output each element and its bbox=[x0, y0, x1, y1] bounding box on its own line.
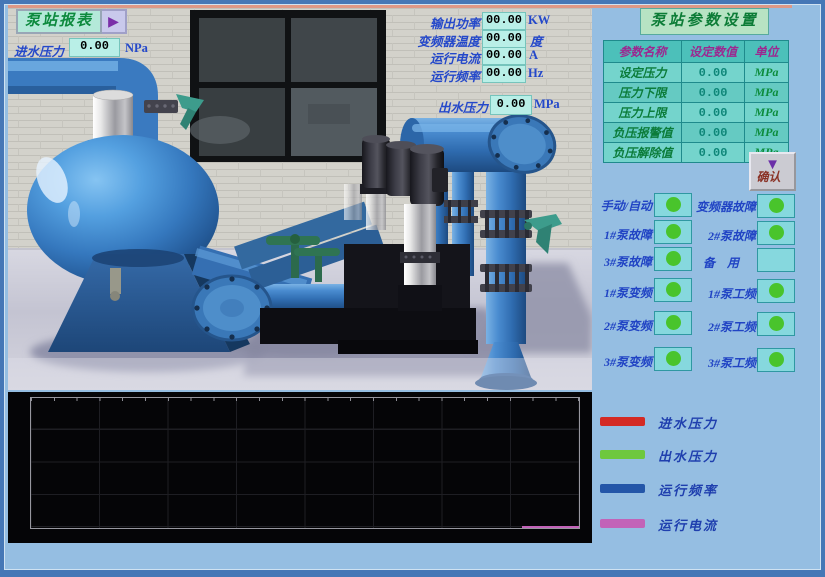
trend-chart bbox=[8, 392, 592, 543]
legend-label: 进水压力 bbox=[658, 413, 718, 432]
param-unit: MPa bbox=[745, 63, 789, 83]
param-name: 设定压力 bbox=[604, 63, 682, 83]
indicator-label: 手动/自动 bbox=[566, 197, 652, 214]
indicator-label: 2#泵故障 bbox=[686, 227, 756, 244]
inlet-pressure-label: 进水压力 bbox=[14, 41, 64, 60]
param-value[interactable]: 0.00 bbox=[682, 103, 745, 123]
status-light-pump2-fault bbox=[757, 221, 795, 245]
param-value[interactable]: 0.00 bbox=[682, 83, 745, 103]
green-light bbox=[666, 224, 681, 239]
legend-swatch-run-frequency bbox=[600, 484, 645, 493]
readout-unit: A bbox=[529, 48, 538, 63]
status-light-pump2-mains bbox=[757, 312, 795, 336]
outlet-pressure-label: 出水压力 bbox=[388, 97, 488, 116]
param-name: 压力上限 bbox=[604, 103, 682, 123]
run-current-trace bbox=[522, 526, 579, 528]
params-panel-title: 泵站参数设置 bbox=[640, 8, 769, 35]
readout-unit: Hz bbox=[528, 66, 543, 81]
indicator-label: 3#泵工频 bbox=[686, 354, 756, 371]
inlet-pressure-unit: NPa bbox=[125, 41, 148, 56]
param-value[interactable]: 0.00 bbox=[682, 143, 745, 163]
param-unit: MPa bbox=[745, 83, 789, 103]
green-light bbox=[666, 351, 681, 366]
confirm-button-label: 确认 bbox=[756, 171, 780, 184]
green-light bbox=[666, 197, 681, 212]
readout-label: 运行频率 bbox=[380, 66, 480, 85]
plot-tick-marks bbox=[31, 398, 579, 401]
params-table-header-row: 参数名称 设定数值 单位 bbox=[604, 41, 789, 63]
status-light-pump3-mains bbox=[757, 348, 795, 372]
readout-value: 00.00 bbox=[482, 30, 526, 48]
status-light-pump1-mains bbox=[757, 279, 795, 303]
indicator-label: 2#泵工频 bbox=[686, 318, 756, 335]
param-unit: MPa bbox=[745, 103, 789, 123]
param-row: 压力下限 0.00 MPa bbox=[604, 83, 789, 103]
indicator-label: 1#泵工频 bbox=[686, 285, 756, 302]
indicator-label: 备 用 bbox=[686, 254, 756, 271]
confirm-button[interactable]: ▼ 确认 bbox=[749, 152, 796, 191]
col-header: 单位 bbox=[745, 41, 789, 63]
report-button-label: 泵站报表 bbox=[16, 9, 102, 34]
outlet-pressure-unit: MPa bbox=[534, 97, 560, 112]
legend-label: 运行频率 bbox=[658, 480, 718, 499]
readout-label: 运行电流 bbox=[380, 48, 480, 67]
hmi-screen: 泵站报表 ▶ 进水压力 0.00 NPa 输出功率 00.00 KW 变频器温度… bbox=[0, 0, 825, 577]
green-light bbox=[769, 283, 784, 298]
legend-swatch-outlet-pressure bbox=[600, 450, 645, 459]
window bbox=[190, 10, 386, 162]
indicator-label: 1#泵故障 bbox=[566, 226, 652, 243]
param-row: 设定压力 0.00 MPa bbox=[604, 63, 789, 83]
green-light bbox=[769, 352, 784, 367]
top-strip bbox=[8, 1, 792, 8]
indicator-label: 变频器故障 bbox=[686, 198, 756, 215]
param-row: 负压报警值 0.00 MPa bbox=[604, 123, 789, 143]
param-name: 负压报警值 bbox=[604, 123, 682, 143]
trend-plot-area bbox=[30, 397, 580, 529]
green-light bbox=[666, 315, 681, 330]
indicator-label: 3#泵故障 bbox=[566, 253, 652, 270]
status-light-vfd-fault bbox=[757, 194, 795, 218]
legend-label: 出水压力 bbox=[658, 446, 718, 465]
report-button[interactable]: 泵站报表 ▶ bbox=[16, 9, 127, 34]
param-name: 压力下限 bbox=[604, 83, 682, 103]
play-icon: ▶ bbox=[102, 9, 127, 34]
readout-value: 00.00 bbox=[482, 47, 526, 65]
legend-swatch-inlet-pressure bbox=[600, 417, 645, 426]
outlet-pressure-value: 0.00 bbox=[490, 95, 532, 115]
green-light bbox=[666, 251, 681, 266]
status-light-spare bbox=[757, 248, 795, 272]
legend-label: 运行电流 bbox=[658, 515, 718, 534]
param-row: 压力上限 0.00 MPa bbox=[604, 103, 789, 123]
param-name: 负压解除值 bbox=[604, 143, 682, 163]
params-table: 参数名称 设定数值 单位 设定压力 0.00 MPa 压力下限 0.00 MPa… bbox=[603, 40, 789, 163]
col-header: 参数名称 bbox=[604, 41, 682, 63]
green-light bbox=[769, 198, 784, 213]
indicator-label: 1#泵变频 bbox=[566, 284, 652, 301]
indicator-label: 2#泵变频 bbox=[566, 317, 652, 334]
col-header: 设定数值 bbox=[682, 41, 745, 63]
readout-value: 00.00 bbox=[482, 65, 526, 83]
indicator-label: 3#泵变频 bbox=[566, 353, 652, 370]
inlet-pressure-value: 0.00 bbox=[69, 38, 120, 57]
readout-label: 输出功率 bbox=[380, 13, 480, 32]
readout-unit: KW bbox=[528, 13, 550, 28]
legend-swatch-run-current bbox=[600, 519, 645, 528]
readout-value: 00.00 bbox=[482, 12, 526, 30]
param-value[interactable]: 0.00 bbox=[682, 63, 745, 83]
green-light bbox=[666, 282, 681, 297]
param-unit: MPa bbox=[745, 123, 789, 143]
green-light bbox=[769, 316, 784, 331]
green-light bbox=[769, 225, 784, 240]
param-value[interactable]: 0.00 bbox=[682, 123, 745, 143]
flange-disc bbox=[193, 276, 271, 340]
